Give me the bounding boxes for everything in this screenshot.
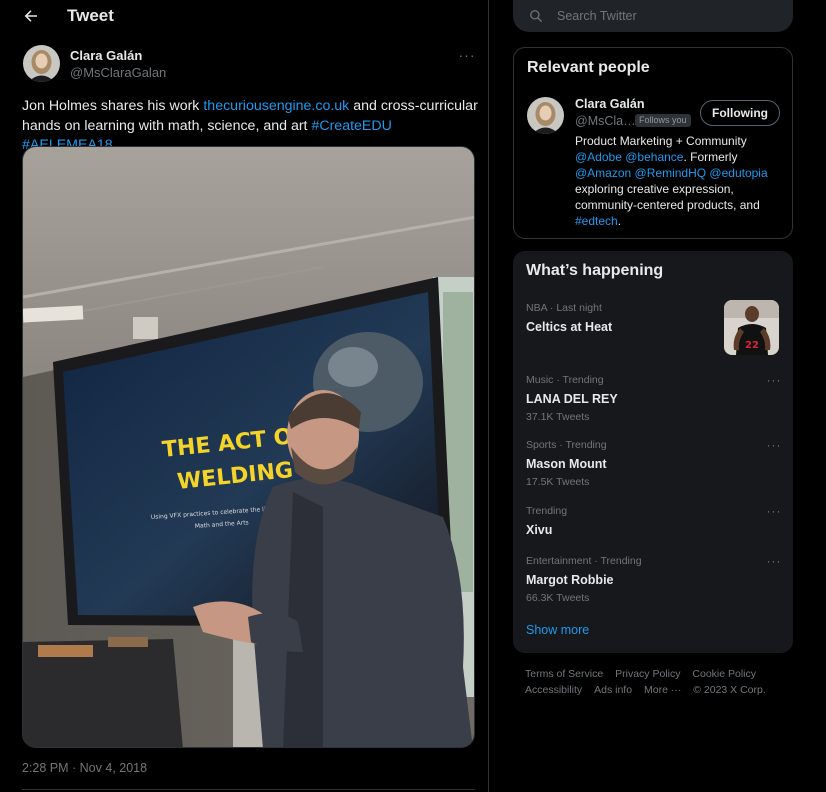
jersey-number: 22 (745, 340, 759, 351)
trend-count: 17.5K Tweets (526, 476, 590, 488)
following-button[interactable]: Following (700, 100, 780, 126)
footer-link-privacy[interactable]: Privacy Policy (615, 666, 680, 682)
search-input[interactable] (557, 4, 777, 28)
person-bio: Product Marketing + Community @Adobe @be… (575, 133, 781, 229)
trend-meta: Trending (526, 505, 568, 517)
more-horizontal-icon[interactable]: ··· (765, 373, 783, 387)
trend-title: Margot Robbie (526, 573, 614, 587)
bio-link[interactable]: @Amazon (575, 166, 631, 180)
more-horizontal-icon[interactable]: ··· (457, 47, 477, 67)
more-horizontal-icon[interactable]: ··· (765, 504, 783, 518)
tweet-link[interactable]: #CreateEDU (311, 118, 391, 134)
author-handle[interactable]: @MsClaraGalan (70, 65, 166, 80)
trend-meta: Sports · Trending (526, 439, 607, 451)
trend-title: LANA DEL REY (526, 392, 618, 406)
back-button[interactable] (20, 5, 42, 27)
footer-link-accessibility[interactable]: Accessibility (525, 682, 582, 698)
main-column: Tweet Clara Galán @MsClaraGalan ··· Jon … (0, 0, 489, 792)
author-avatar[interactable] (23, 45, 60, 82)
tweet-timestamp[interactable]: 2:28 PM · Nov 4, 2018 (22, 761, 147, 775)
relevant-people-title: Relevant people (527, 59, 650, 76)
tweet-text: Jon Holmes shares his work (22, 98, 204, 114)
trend-meta: Entertainment · Trending (526, 555, 642, 567)
search-icon (530, 10, 542, 22)
trend-thumbnail[interactable]: 22 (724, 300, 779, 355)
bio-link[interactable]: #edtech (575, 214, 618, 228)
page-title: Tweet (67, 6, 114, 25)
divider (22, 789, 475, 790)
bio-text: Product Marketing + Community (575, 134, 747, 148)
footer-link-terms[interactable]: Terms of Service (525, 666, 603, 682)
trend-meta: Music · Trending (526, 374, 604, 386)
bio-text: . Formerly (683, 150, 738, 164)
bio-text: . (617, 214, 622, 228)
show-more-link[interactable]: Show more (526, 623, 589, 637)
tweet-photo[interactable]: THE ACT OF WELDING Using VFX practices t… (22, 146, 475, 748)
more-horizontal-icon[interactable]: ··· (765, 438, 783, 452)
footer-link-ads-info[interactable]: Ads info (594, 682, 632, 698)
avatar[interactable] (527, 97, 564, 134)
author-name[interactable]: Clara Galán (70, 48, 142, 63)
copyright: © 2023 X Corp. (693, 684, 766, 696)
tweet-header: Tweet (0, 0, 488, 32)
bio-link[interactable]: @edutopia (709, 166, 767, 180)
footer: Terms of Service Privacy Policy Cookie P… (525, 666, 793, 698)
bio-text: exploring creative expression, community… (575, 182, 760, 212)
whats-happening-title: What’s happening (526, 262, 664, 279)
trend-item[interactable]: Trending Xivu ··· (526, 504, 783, 539)
tweet-link[interactable]: thecuriousengine.co.uk (203, 98, 349, 114)
trend-item[interactable]: Music · Trending LANA DEL REY 37.1K Twee… (526, 373, 783, 424)
person-handle[interactable]: @MsCla… (575, 114, 636, 128)
more-horizontal-icon[interactable]: ··· (765, 554, 783, 568)
trend-count: 66.3K Tweets (526, 592, 590, 604)
trend-item[interactable]: Entertainment · Trending Margot Robbie 6… (526, 554, 783, 605)
person-name[interactable]: Clara Galán (575, 97, 644, 111)
whats-happening-card: What’s happening NBA · Last night Celtic… (513, 251, 793, 653)
bio-link[interactable]: @RemindHQ (635, 166, 707, 180)
arrow-left-icon (24, 10, 37, 22)
trend-title: Mason Mount (526, 457, 607, 471)
trend-title: Xivu (526, 523, 553, 537)
follows-you-badge: Follows you (635, 114, 691, 127)
footer-link-more[interactable]: More ··· (644, 682, 681, 698)
relevant-people-card: Relevant people Clara Galán @MsCla… Foll… (513, 47, 793, 239)
trend-item[interactable]: Sports · Trending Mason Mount 17.5K Twee… (526, 438, 783, 489)
footer-link-cookie[interactable]: Cookie Policy (692, 666, 756, 682)
search-bar[interactable] (513, 0, 793, 32)
trend-count: 37.1K Tweets (526, 411, 590, 423)
bio-link[interactable]: @Adobe (575, 150, 622, 164)
bio-link[interactable]: @behance (625, 150, 683, 164)
